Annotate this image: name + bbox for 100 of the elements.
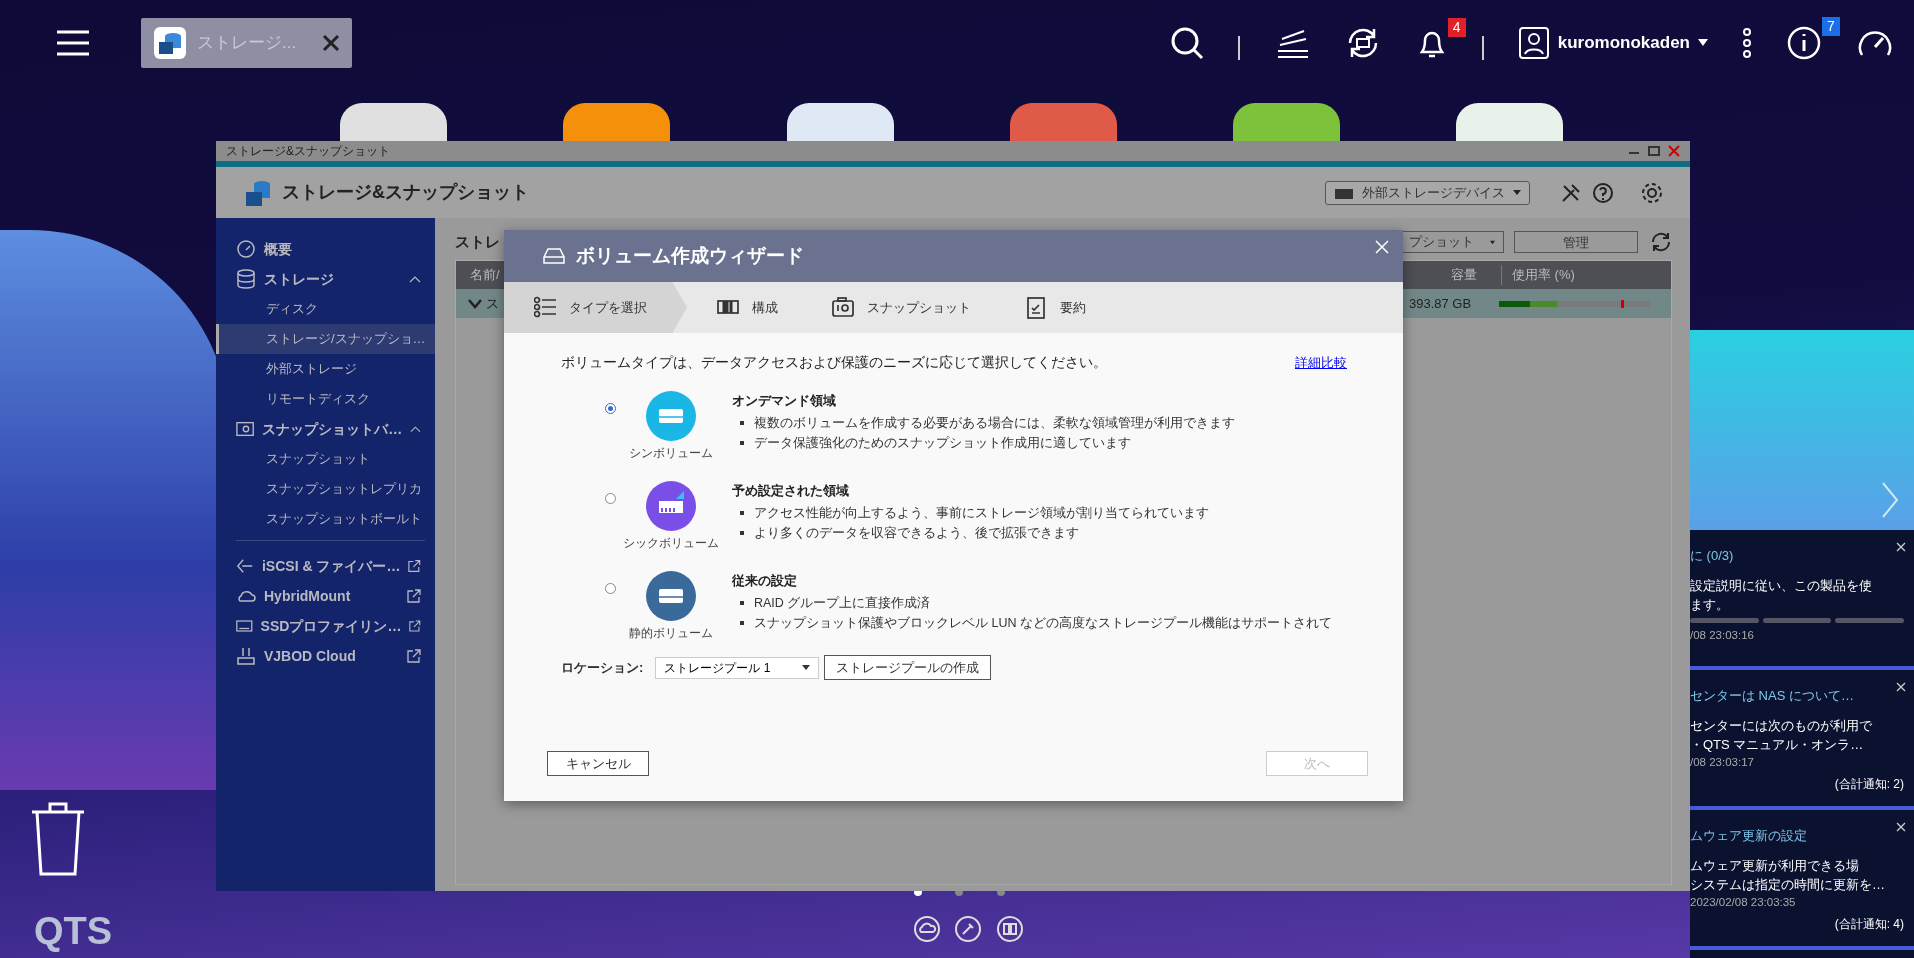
app-title: ストレージ&スナップショット [282,181,530,204]
user-menu[interactable]: kuromonokaden [1517,25,1708,60]
volume-type-label: 静的ボリューム [629,625,713,643]
option-heading: 予め設定された領域 [732,482,850,501]
external-link-icon[interactable] [408,559,421,573]
sidebar-subitem[interactable]: ディスク [216,294,435,324]
radio-button[interactable] [605,583,616,595]
create-pool-button[interactable]: ストレージプールの作成 [824,655,992,681]
sidebar-item[interactable]: ストレージ [216,264,435,294]
server-icon [236,646,256,666]
location-dropdown[interactable]: ストレージプール 1 [655,656,820,679]
chevron-up-icon[interactable] [410,425,421,433]
desktop-label: QTS [34,909,113,954]
sidebar-subitem[interactable]: スナップショットボールト [216,504,435,534]
caret-icon [802,665,811,671]
close-icon[interactable] [322,33,340,52]
column-header: 使用率 (%) [1501,265,1671,285]
chevron-down-icon[interactable] [468,298,482,309]
device-dropdown[interactable]: 外部ストレージデバイス [1325,180,1530,205]
help-icon[interactable] [1592,181,1614,204]
app-tile[interactable] [787,103,894,141]
caret-icon [1490,239,1495,245]
app-tile[interactable] [1233,103,1340,141]
app-tile[interactable] [340,103,447,141]
app-tile[interactable] [1456,103,1563,141]
view-dropdown[interactable]: プショット [1400,231,1504,253]
step-icon [832,296,855,319]
person-icon [1517,25,1550,60]
drive-icon [542,247,566,265]
notification-title[interactable]: センターは NAS について… [1690,686,1904,706]
wizard-step[interactable]: タイプを選択 [504,282,687,333]
bullet-text: より多くのデータを収容できるよう、後で拡張できます [754,524,1079,542]
caret-icon [1513,189,1521,196]
tools-icon[interactable] [1560,181,1582,204]
manage-button[interactable]: 管理 [1514,231,1638,253]
sidebar-item[interactable]: スナップショットバ… [216,414,435,444]
radio-button[interactable] [605,493,616,505]
notification-text: ムウェア更新が利用できる場 [1690,856,1860,875]
bullet-text: RAID グループ上に直接作成済 [754,594,931,612]
notification-text: センターには次のものが利用で [1690,716,1873,735]
info-count-badge: 7 [1822,16,1840,36]
refresh-icon[interactable] [1650,231,1672,253]
sidebar-subitem[interactable]: 外部ストレージ [216,354,435,384]
sidebar-subitem[interactable]: スナップショットレプリカ [216,474,435,504]
external-link-icon[interactable] [407,589,421,603]
storage-app-icon [153,25,187,60]
search-icon[interactable] [1169,25,1204,60]
table-cell-text: 393.87 GB [1409,294,1473,313]
chevron-up-icon[interactable] [409,275,421,283]
notification-time: /08 23:03:17 [1690,754,1755,770]
cloud-icon[interactable] [913,915,941,943]
database-icon [236,269,256,289]
volume-type-label: シンボリューム [629,445,713,463]
sidebar-item[interactable]: 概要 [216,234,435,264]
external-link-icon[interactable] [409,619,421,633]
settings-icon[interactable] [1640,180,1664,205]
sidebar-subitem[interactable]: スナップショット [216,444,435,474]
content-title: ストレ [455,231,500,252]
compare-link[interactable]: 詳細比較 [1295,353,1347,374]
bullet-icon [740,440,744,445]
column-header: 名前/ [469,266,500,285]
sidebar-item[interactable]: SSDプロファイリン… [216,611,435,641]
option-heading: オンデマンド領域 [732,392,837,411]
intro-text: ボリュームタイプは、データアクセスおよび保護のニーズに応じて選択してください。 [561,354,1107,372]
camera-icon [236,419,255,439]
notification-text: 設定説明に従い、この製品を使 [1690,576,1873,595]
wizard-step[interactable]: 要約 [995,282,1110,333]
cancel-button[interactable]: キャンセル [547,751,649,776]
notification-text: ます。 [1690,595,1730,614]
external-link-icon[interactable] [407,649,421,663]
maximize-icon[interactable] [1648,145,1660,157]
wizard-step[interactable]: 構成 [687,282,802,333]
divider-line [1481,35,1484,60]
sidebar-item[interactable]: iSCSI & ファイバー… [216,551,435,581]
more-icon[interactable] [1742,27,1752,58]
caret-icon [1698,38,1708,47]
tools-icon[interactable] [954,915,982,943]
wizard-step[interactable]: スナップショット [802,282,995,333]
sidebar-item[interactable]: HybridMount [216,581,435,611]
option-heading: 従来の設定 [732,572,798,591]
sidebar-subitem[interactable]: ストレージ/スナップショ… [216,324,435,354]
notification-title[interactable]: ムウェア更新の設定 [1690,826,1904,846]
table-cell-text: ス [486,294,499,313]
notification-total: (合計通知: 2) [1833,775,1904,793]
sidebar-item[interactable]: VJBOD Cloud [216,641,435,671]
info-icon[interactable] [1786,24,1822,61]
book-icon[interactable] [996,915,1024,943]
location-label: ロケーション: [561,659,644,677]
notification-time: 2023/02/08 23:03:35 [1690,894,1797,910]
menu-icon[interactable] [55,28,91,57]
app-tile[interactable] [563,103,670,141]
bullet-text: データ保護強化のためのスナップショット作成用に適しています [754,434,1131,452]
bullet-text: アクセス性能が向上するよう、事前にストレージ領域が割り当てられています [754,504,1209,522]
notification-title[interactable]: に (0/3) [1690,546,1904,566]
bullet-icon [740,620,744,625]
radio-button[interactable] [605,403,616,415]
sidebar-subitem[interactable]: リモートディスク [216,384,435,414]
app-tile[interactable] [1010,103,1117,141]
task-tab-label: ストレージ... [197,31,298,54]
notification-text: システムは指定の時間に更新を… [1690,875,1886,894]
